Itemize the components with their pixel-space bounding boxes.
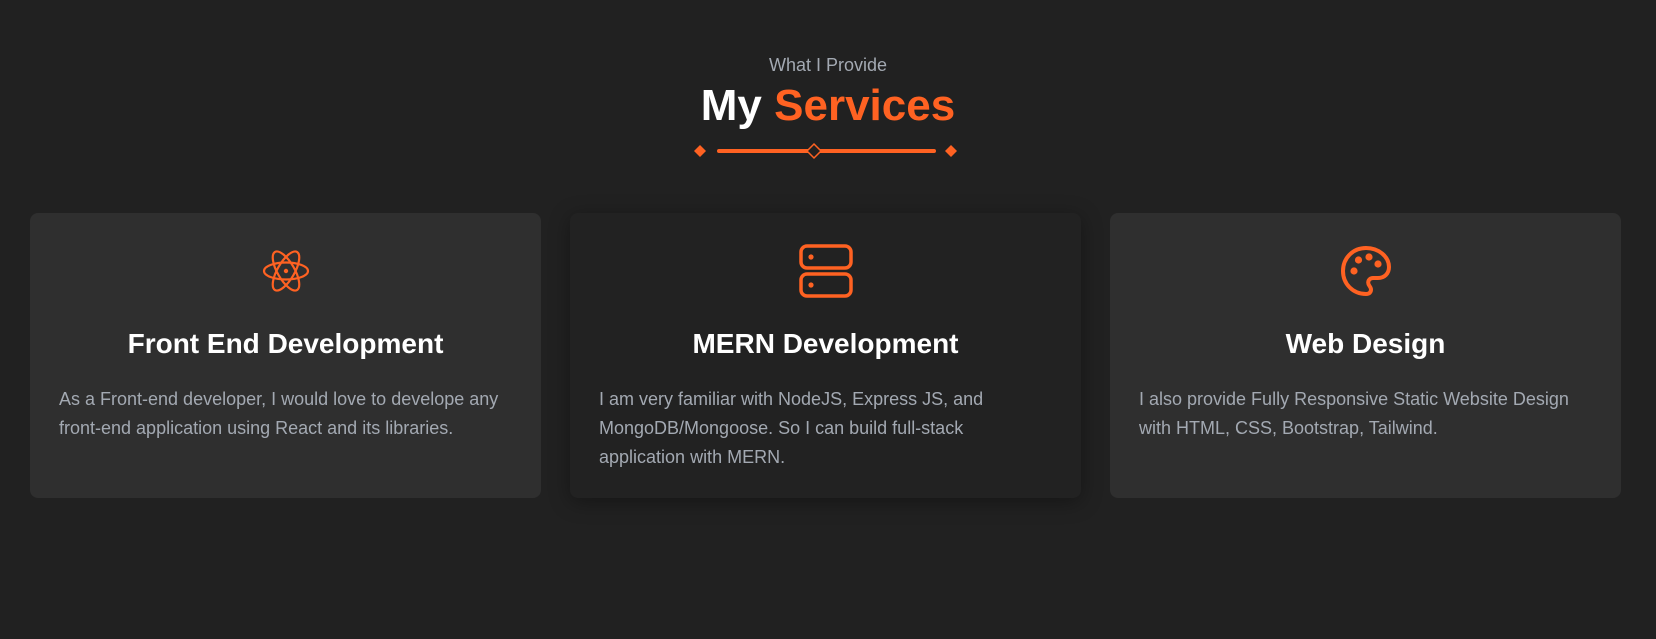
services-cards: Front End Development As a Front-end dev… — [30, 213, 1622, 498]
title-divider — [694, 142, 957, 160]
palette-icon — [1340, 246, 1391, 296]
card-description: I also provide Fully Responsive Static W… — [1139, 389, 1569, 438]
section-title-plain: My — [700, 81, 762, 130]
card-description: As a Front-end developer, I would love t… — [59, 389, 499, 438]
divider-left-diamond — [694, 145, 706, 157]
card-title: MERN Development — [692, 328, 959, 359]
section-title: My Services — [0, 80, 1656, 132]
section-subtitle: What I Provide — [768, 55, 888, 75]
card-icon-container — [30, 241, 541, 301]
service-card-web-design: Web Design I also provide Fully Responsi… — [1110, 213, 1621, 498]
atom-icon — [262, 250, 309, 292]
server-icon — [798, 244, 853, 298]
card-description: I am very familiar with NodeJS, Express … — [599, 389, 984, 467]
service-card-mern: MERN Development I am very familiar with… — [570, 213, 1081, 498]
divider-right-diamond — [945, 145, 957, 157]
card-icon-container — [1110, 241, 1621, 301]
card-title: Front End Development — [127, 328, 444, 359]
card-title: Web Design — [1285, 328, 1446, 359]
section-title-accent: Services — [774, 81, 956, 130]
card-icon-container — [570, 241, 1081, 301]
divider-center-diamond — [805, 142, 823, 160]
service-card-front-end: Front End Development As a Front-end dev… — [30, 213, 541, 498]
